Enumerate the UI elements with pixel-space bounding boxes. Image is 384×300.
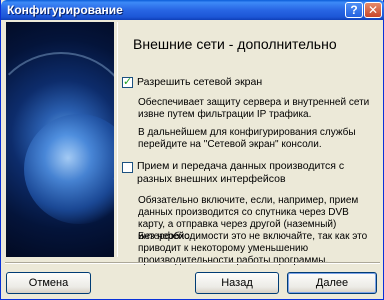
title-bar[interactable]: Конфигурирование ? ✕ [1, 0, 384, 20]
globe-network-image [6, 22, 114, 257]
close-button[interactable]: ✕ [364, 2, 382, 18]
horizontal-divider [5, 262, 380, 264]
wizard-window: Конфигурирование ? ✕ Внешние сети - допо… [0, 0, 384, 300]
window-title: Конфигурирование [7, 3, 123, 17]
cancel-button[interactable]: Отмена [6, 272, 91, 294]
help-button[interactable]: ? [345, 2, 363, 18]
page-title: Внешние сети - дополнительно [133, 36, 337, 52]
firewall-config-hint: В дальнейшем для конфигурирования службы… [138, 127, 356, 150]
back-button[interactable]: Назад [195, 272, 279, 294]
separate-interfaces-label[interactable]: Прием и передача данных производится с р… [137, 160, 372, 186]
separate-interfaces-checkbox[interactable] [122, 162, 133, 173]
firewall-description: Обеспечивает защиту сервера и внутренней… [138, 97, 370, 120]
vertical-divider [117, 22, 118, 257]
enable-firewall-label[interactable]: Разрешить сетевой экран [137, 76, 262, 89]
next-button[interactable]: Далее [287, 272, 377, 294]
enable-firewall-checkbox[interactable]: ✓ [122, 77, 133, 88]
